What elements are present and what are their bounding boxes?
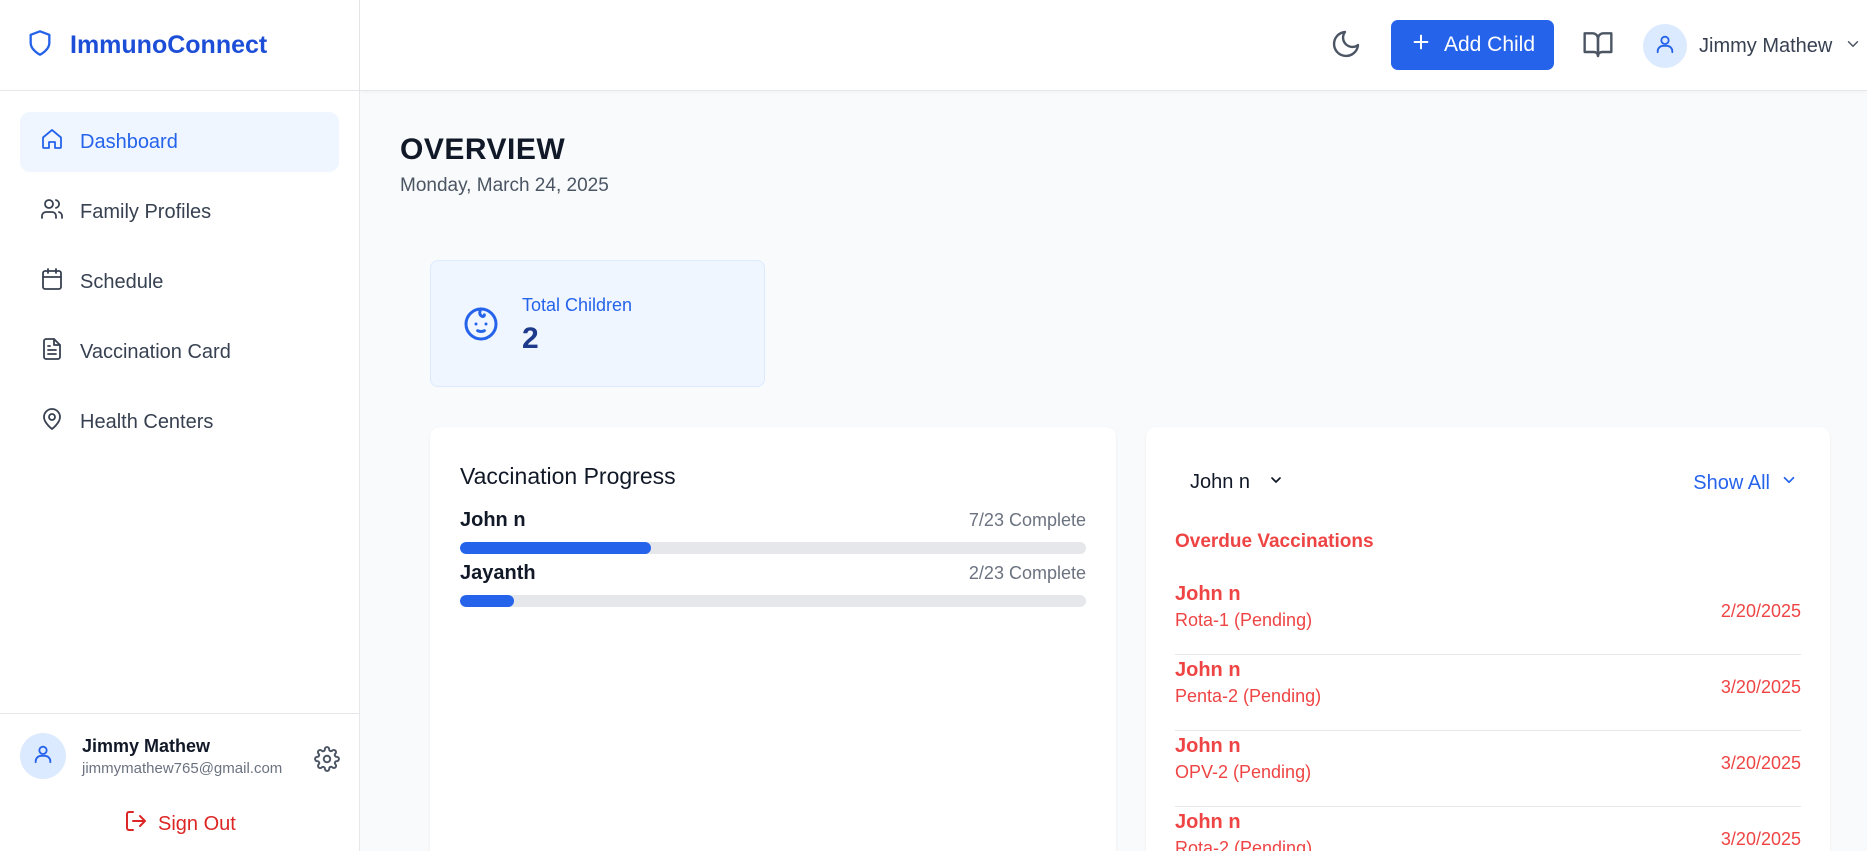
brand: ImmunoConnect xyxy=(0,0,359,91)
chevron-down-icon xyxy=(1780,471,1798,495)
chevron-down-icon xyxy=(1844,35,1862,58)
sidebar-item-dashboard[interactable]: Dashboard xyxy=(20,112,339,172)
sidebar-footer: Jimmy Mathew jimmymathew765@gmail.com Si… xyxy=(0,713,360,851)
header-user-name: Jimmy Mathew xyxy=(1699,34,1833,57)
moon-icon xyxy=(1330,30,1362,64)
plus-icon xyxy=(1410,31,1432,59)
overdue-child-name: John n xyxy=(1175,583,1241,605)
stat-value: 2 xyxy=(522,322,539,355)
home-icon xyxy=(40,127,64,157)
file-text-icon xyxy=(40,337,64,367)
overdue-date: 2/20/2025 xyxy=(1720,601,1801,621)
avatar xyxy=(1643,24,1687,68)
list-item[interactable]: John n OPV-2 (Pending) 3/20/2025 xyxy=(1175,731,1801,807)
sidebar-user: Jimmy Mathew jimmymathew765@gmail.com xyxy=(20,733,282,779)
stat-label: Total Children xyxy=(522,295,633,315)
show-all-button[interactable]: Show All xyxy=(1693,471,1798,495)
theme-toggle-button[interactable] xyxy=(1330,28,1362,60)
shield-icon xyxy=(26,28,54,63)
sidebar-item-family-profiles[interactable]: Family Profiles xyxy=(20,182,339,242)
users-icon xyxy=(40,197,64,227)
guide-button[interactable] xyxy=(1582,28,1614,60)
sidebar-item-schedule[interactable]: Schedule xyxy=(20,252,339,312)
overdue-child-name: John n xyxy=(1175,811,1241,833)
overdue-date: 3/20/2025 xyxy=(1720,753,1801,773)
sign-out-label: Sign Out xyxy=(158,812,236,835)
list-item[interactable]: John n Rota-2 (Pending) 3/20/2025 xyxy=(1175,807,1801,851)
overdue-child-name: John n xyxy=(1175,659,1241,681)
user-menu[interactable]: Jimmy Mathew xyxy=(1643,24,1862,68)
sidebar-nav: Dashboard Family Profiles Schedule Vacci… xyxy=(0,91,359,452)
gear-icon xyxy=(314,746,340,776)
sidebar: ImmunoConnect Dashboard Family Profiles … xyxy=(0,0,360,851)
add-child-label: Add Child xyxy=(1443,33,1536,56)
overdue-list: John n Rota-1 (Pending) 2/20/2025 John n… xyxy=(1175,579,1801,851)
sidebar-item-vaccination-card[interactable]: Vaccination Card xyxy=(20,322,339,382)
overdue-vaccine: Rota-1 (Pending) xyxy=(1175,610,1313,630)
sidebar-item-label: Dashboard xyxy=(80,130,178,153)
selected-child: John n xyxy=(1190,471,1251,493)
child-name: Jayanth xyxy=(460,562,536,584)
overdue-vaccine: Rota-2 (Pending) xyxy=(1175,838,1313,851)
sidebar-user-name: Jimmy Mathew xyxy=(82,735,211,756)
vaccination-progress-card: Vaccination Progress John n 7/23 Complet… xyxy=(430,427,1116,851)
page-title: OVERVIEW xyxy=(400,133,566,166)
settings-button[interactable] xyxy=(314,746,340,772)
overdue-child-name: John n xyxy=(1175,735,1241,757)
show-all-label: Show All xyxy=(1693,471,1770,494)
child-select-dropdown[interactable]: John n xyxy=(1190,471,1284,494)
list-item[interactable]: John n Penta-2 (Pending) 3/20/2025 xyxy=(1175,655,1801,731)
total-children-card: Total Children 2 xyxy=(430,260,765,387)
user-icon xyxy=(32,743,54,770)
top-header: Add Child Jimmy Mathew xyxy=(360,0,1867,91)
sidebar-item-label: Schedule xyxy=(80,270,164,293)
sidebar-user-email: jimmymathew765@gmail.com xyxy=(82,759,283,777)
overdue-date: 3/20/2025 xyxy=(1720,829,1801,849)
sidebar-item-label: Family Profiles xyxy=(80,200,212,223)
progress-count: 7/23 Complete xyxy=(968,510,1086,530)
progress-bar xyxy=(460,542,1086,554)
app-name: ImmunoConnect xyxy=(70,30,268,59)
overdue-vaccine: Penta-2 (Pending) xyxy=(1175,686,1322,706)
book-open-icon xyxy=(1582,32,1614,64)
sign-out-button[interactable]: Sign Out xyxy=(124,809,236,839)
overdue-vaccine: OPV-2 (Pending) xyxy=(1175,762,1312,782)
child-name: John n xyxy=(460,509,526,531)
sidebar-item-health-centers[interactable]: Health Centers xyxy=(20,392,339,452)
progress-fill xyxy=(460,595,515,607)
chevron-down-icon xyxy=(1268,471,1284,494)
sidebar-item-label: Vaccination Card xyxy=(80,340,231,363)
page-date: Monday, March 24, 2025 xyxy=(400,175,609,196)
overdue-title: Overdue Vaccinations xyxy=(1175,531,1374,552)
avatar xyxy=(20,733,66,779)
progress-row: John n 7/23 Complete xyxy=(460,509,1086,554)
calendar-icon xyxy=(40,267,64,297)
user-icon xyxy=(1654,33,1676,60)
overdue-date: 3/20/2025 xyxy=(1720,677,1801,697)
progress-count: 2/23 Complete xyxy=(968,563,1086,583)
log-out-icon xyxy=(124,809,148,839)
add-child-button[interactable]: Add Child xyxy=(1391,20,1554,70)
progress-row: Jayanth 2/23 Complete xyxy=(460,562,1086,607)
card-title: Vaccination Progress xyxy=(460,463,676,489)
sidebar-item-label: Health Centers xyxy=(80,410,214,433)
list-item[interactable]: John n Rota-1 (Pending) 2/20/2025 xyxy=(1175,579,1801,655)
overdue-vaccinations-card: John n Show All Overdue Vaccinations Joh… xyxy=(1146,427,1830,851)
progress-bar xyxy=(460,595,1086,607)
map-pin-icon xyxy=(40,407,64,437)
progress-fill xyxy=(460,542,651,554)
baby-icon xyxy=(461,304,501,344)
